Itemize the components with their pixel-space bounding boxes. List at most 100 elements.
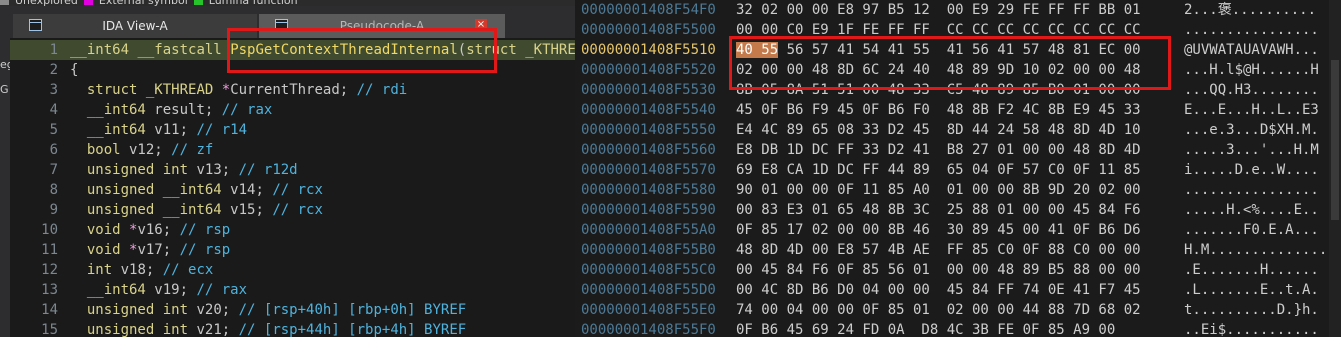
line-number: 1 bbox=[49, 42, 58, 58]
hex-address: 00000001408F5500 bbox=[581, 22, 716, 38]
line-number: 4 bbox=[49, 102, 58, 118]
legend-swatch bbox=[0, 0, 9, 5]
hex-row[interactable]: 00000001408F5580 90 01 00 00 0F 11 85 A0 … bbox=[575, 180, 1341, 200]
hex-bytes: E8 DB 1D DC FF 33 D2 41 B8 27 01 00 00 4… bbox=[736, 142, 1141, 158]
hex-bytes: 00 83 E3 01 65 48 8B 3C 25 88 01 00 00 4… bbox=[736, 202, 1141, 218]
hex-ascii: .L.......E..t.A. bbox=[1184, 282, 1319, 298]
hex-ascii: .....3...'...H.M bbox=[1184, 142, 1319, 158]
tab-label: IDA View-A bbox=[102, 19, 168, 33]
code-line[interactable]: 5 __int64 v11; // r14 bbox=[10, 120, 575, 140]
line-number: 5 bbox=[49, 122, 58, 138]
hex-bytes: 48 8D 4D 00 E8 57 4B AE FF 85 C0 0F 88 C… bbox=[736, 242, 1141, 258]
hex-row[interactable]: 00000001408F55D0 00 4C 8D B6 D0 04 00 00 … bbox=[575, 280, 1341, 300]
hex-ascii: .......F0.E.A... bbox=[1184, 222, 1319, 238]
code-line[interactable]: 2{ bbox=[10, 60, 575, 80]
tab-bar: IDA View-A Pseudocode-A × bbox=[10, 6, 575, 38]
hex-row[interactable]: 00000001408F55F0 0F B6 45 69 24 FD 0A D8 … bbox=[575, 320, 1341, 337]
hex-row[interactable]: 00000001408F5540 45 0F B6 F9 45 0F B6 F0 … bbox=[575, 100, 1341, 120]
hex-ascii: ...QQ.H3........ bbox=[1184, 82, 1319, 98]
code-line[interactable]: 14 unsigned int v20; // [rsp+40h] [rbp+0… bbox=[10, 300, 575, 320]
code-line[interactable]: 9 unsigned __int64 v15; // rcx bbox=[10, 200, 575, 220]
code-line[interactable]: 10 void *v16; // rsp bbox=[10, 220, 575, 240]
hex-address: 00000001408F5540 bbox=[581, 102, 716, 118]
legend-swatch bbox=[193, 0, 203, 5]
hex-bytes: E4 4C 89 65 08 33 D2 45 8D 44 24 58 48 8… bbox=[736, 122, 1141, 138]
code-line[interactable]: 12 int v18; // ecx bbox=[10, 260, 575, 280]
line-number: 7 bbox=[49, 162, 58, 178]
hex-address: 00000001408F55F0 bbox=[581, 322, 716, 337]
hex-row[interactable]: 00000001408F5520 02 00 00 48 8D 6C 24 40 … bbox=[575, 60, 1341, 80]
hex-ascii: ..Ei$........... bbox=[1184, 322, 1319, 337]
hex-address: 00000001408F5510 bbox=[581, 42, 716, 58]
pseudocode-view[interactable]: 1 __int64 __fastcall PspGetContextThreadI… bbox=[10, 38, 575, 337]
tab-label: Pseudocode-A bbox=[339, 19, 425, 33]
hex-row[interactable]: 00000001408F55A0 0F 85 17 02 00 00 8B 46 … bbox=[575, 220, 1341, 240]
code-text: unsigned int v21; // [rsp+44h] [rbp+4h] … bbox=[86, 322, 467, 337]
line-number: 13 bbox=[41, 282, 58, 298]
hex-ascii: ................ bbox=[1184, 22, 1319, 38]
hex-row[interactable]: 00000001408F5530 8B 05 8A 51 51 00 48 33 … bbox=[575, 80, 1341, 100]
code-text: bool v12; // zf bbox=[86, 142, 214, 158]
hex-row[interactable]: 00000001408F5500 00 00 C0 E9 1F FE FF FF … bbox=[575, 20, 1341, 40]
code-line[interactable]: 6 bool v12; // zf bbox=[10, 140, 575, 160]
left-edge-label: G bbox=[0, 83, 9, 96]
code-text: __int64 result; // rax bbox=[86, 102, 273, 118]
code-line[interactable]: 15 unsigned int v21; // [rsp+44h] [rbp+4… bbox=[10, 320, 575, 337]
hex-row[interactable]: 00000001408F5570 69 E8 CA 1D DC FF 44 89 … bbox=[575, 160, 1341, 180]
code-text: int v18; // ecx bbox=[86, 262, 214, 278]
code-line[interactable]: 4 __int64 result; // rax bbox=[10, 100, 575, 120]
tab-pseudocode[interactable]: Pseudocode-A × bbox=[259, 14, 505, 38]
hex-address: 00000001408F5580 bbox=[581, 182, 716, 198]
line-number: 10 bbox=[41, 222, 58, 238]
code-line[interactable]: 13 __int64 v19; // rax bbox=[10, 280, 575, 300]
line-number: 2 bbox=[49, 62, 58, 78]
hex-row[interactable]: 00000001408F55B0 48 8D 4D 00 E8 57 4B AE … bbox=[575, 240, 1341, 260]
code-line[interactable]: 1 __int64 __fastcall PspGetContextThreadI… bbox=[10, 40, 575, 60]
code-text: unsigned __int64 v14; // rcx bbox=[86, 182, 323, 198]
line-number: 12 bbox=[41, 262, 58, 278]
hex-row[interactable]: 00000001408F55E0 74 00 04 00 00 0F 85 01 … bbox=[575, 300, 1341, 320]
tab-ida-view[interactable]: IDA View-A bbox=[13, 14, 257, 38]
code-text: void *v17; // rsp bbox=[86, 242, 231, 258]
hex-ascii: 2...褒.......... bbox=[1184, 2, 1317, 18]
hex-address: 00000001408F55D0 bbox=[581, 282, 716, 298]
hex-row[interactable]: 00000001408F54F0 32 02 00 00 E8 97 B5 12 … bbox=[575, 0, 1341, 20]
hex-bytes: 02 00 00 48 8D 6C 24 40 48 89 9D 10 02 0… bbox=[736, 62, 1141, 78]
code-line[interactable]: 11 void *v17; // rsp bbox=[10, 240, 575, 260]
hex-bytes: 74 00 04 00 00 0F 85 01 02 00 00 44 88 7… bbox=[736, 302, 1141, 318]
hex-ascii: E...E...H..L..E3 bbox=[1184, 102, 1319, 118]
hex-address: 00000001408F55E0 bbox=[581, 302, 716, 318]
hex-view[interactable]: 00000001408F54F0 32 02 00 00 E8 97 B5 12 … bbox=[575, 0, 1341, 337]
hex-address: 00000001408F5530 bbox=[581, 82, 716, 98]
close-tab-icon[interactable]: × bbox=[475, 19, 487, 31]
hex-row[interactable]: 00000001408F5590 00 83 E3 01 65 48 8B 3C … bbox=[575, 200, 1341, 220]
hex-address: 00000001408F55B0 bbox=[581, 242, 716, 258]
hex-bytes: 40 55 56 57 41 54 41 55 41 56 41 57 48 8… bbox=[736, 42, 1141, 58]
hex-row[interactable]: 00000001408F5510 40 55 56 57 41 54 41 55 … bbox=[575, 40, 1341, 60]
hex-ascii: ................ bbox=[1184, 182, 1319, 198]
line-number: 6 bbox=[49, 142, 58, 158]
code-text: void *v16; // rsp bbox=[86, 222, 231, 238]
hex-bytes: 00 00 C0 E9 1F FE FF FF CC CC CC CC CC C… bbox=[736, 22, 1141, 38]
hex-ascii: .E.......H...... bbox=[1184, 262, 1319, 278]
line-number: 11 bbox=[41, 242, 58, 258]
line-number: 3 bbox=[49, 82, 58, 98]
hex-row[interactable]: 00000001408F5550 E4 4C 89 65 08 33 D2 45 … bbox=[575, 120, 1341, 140]
line-number: 8 bbox=[49, 182, 58, 198]
code-line[interactable]: 3 struct _KTHREAD *CurrentThread; // rdi bbox=[10, 80, 575, 100]
hex-row[interactable]: 00000001408F55C0 00 45 84 F6 0F 85 56 01 … bbox=[575, 260, 1341, 280]
code-line[interactable]: 8 unsigned __int64 v14; // rcx bbox=[10, 180, 575, 200]
hex-address: 00000001408F5520 bbox=[581, 62, 716, 78]
selected-bytes: 40 55 bbox=[736, 42, 779, 58]
code-text: struct _KTHREAD *CurrentThread; // rdi bbox=[86, 82, 408, 98]
hex-bytes: 90 01 00 00 0F 11 85 A0 01 00 00 8B 9D 2… bbox=[736, 182, 1141, 198]
hex-ascii: t..........D.}h. bbox=[1184, 302, 1319, 318]
code-line[interactable]: 7 unsigned int v13; // r12d bbox=[10, 160, 575, 180]
hex-row[interactable]: 00000001408F5560 E8 DB 1D DC FF 33 D2 41 … bbox=[575, 140, 1341, 160]
code-text: unsigned int v20; // [rsp+40h] [rbp+0h] … bbox=[86, 302, 467, 318]
hex-address: 00000001408F5550 bbox=[581, 122, 716, 138]
hex-address: 00000001408F5570 bbox=[581, 162, 716, 178]
hex-address: 00000001408F5590 bbox=[581, 202, 716, 218]
hex-address: 00000001408F55A0 bbox=[581, 222, 716, 238]
line-number: 9 bbox=[49, 202, 58, 218]
